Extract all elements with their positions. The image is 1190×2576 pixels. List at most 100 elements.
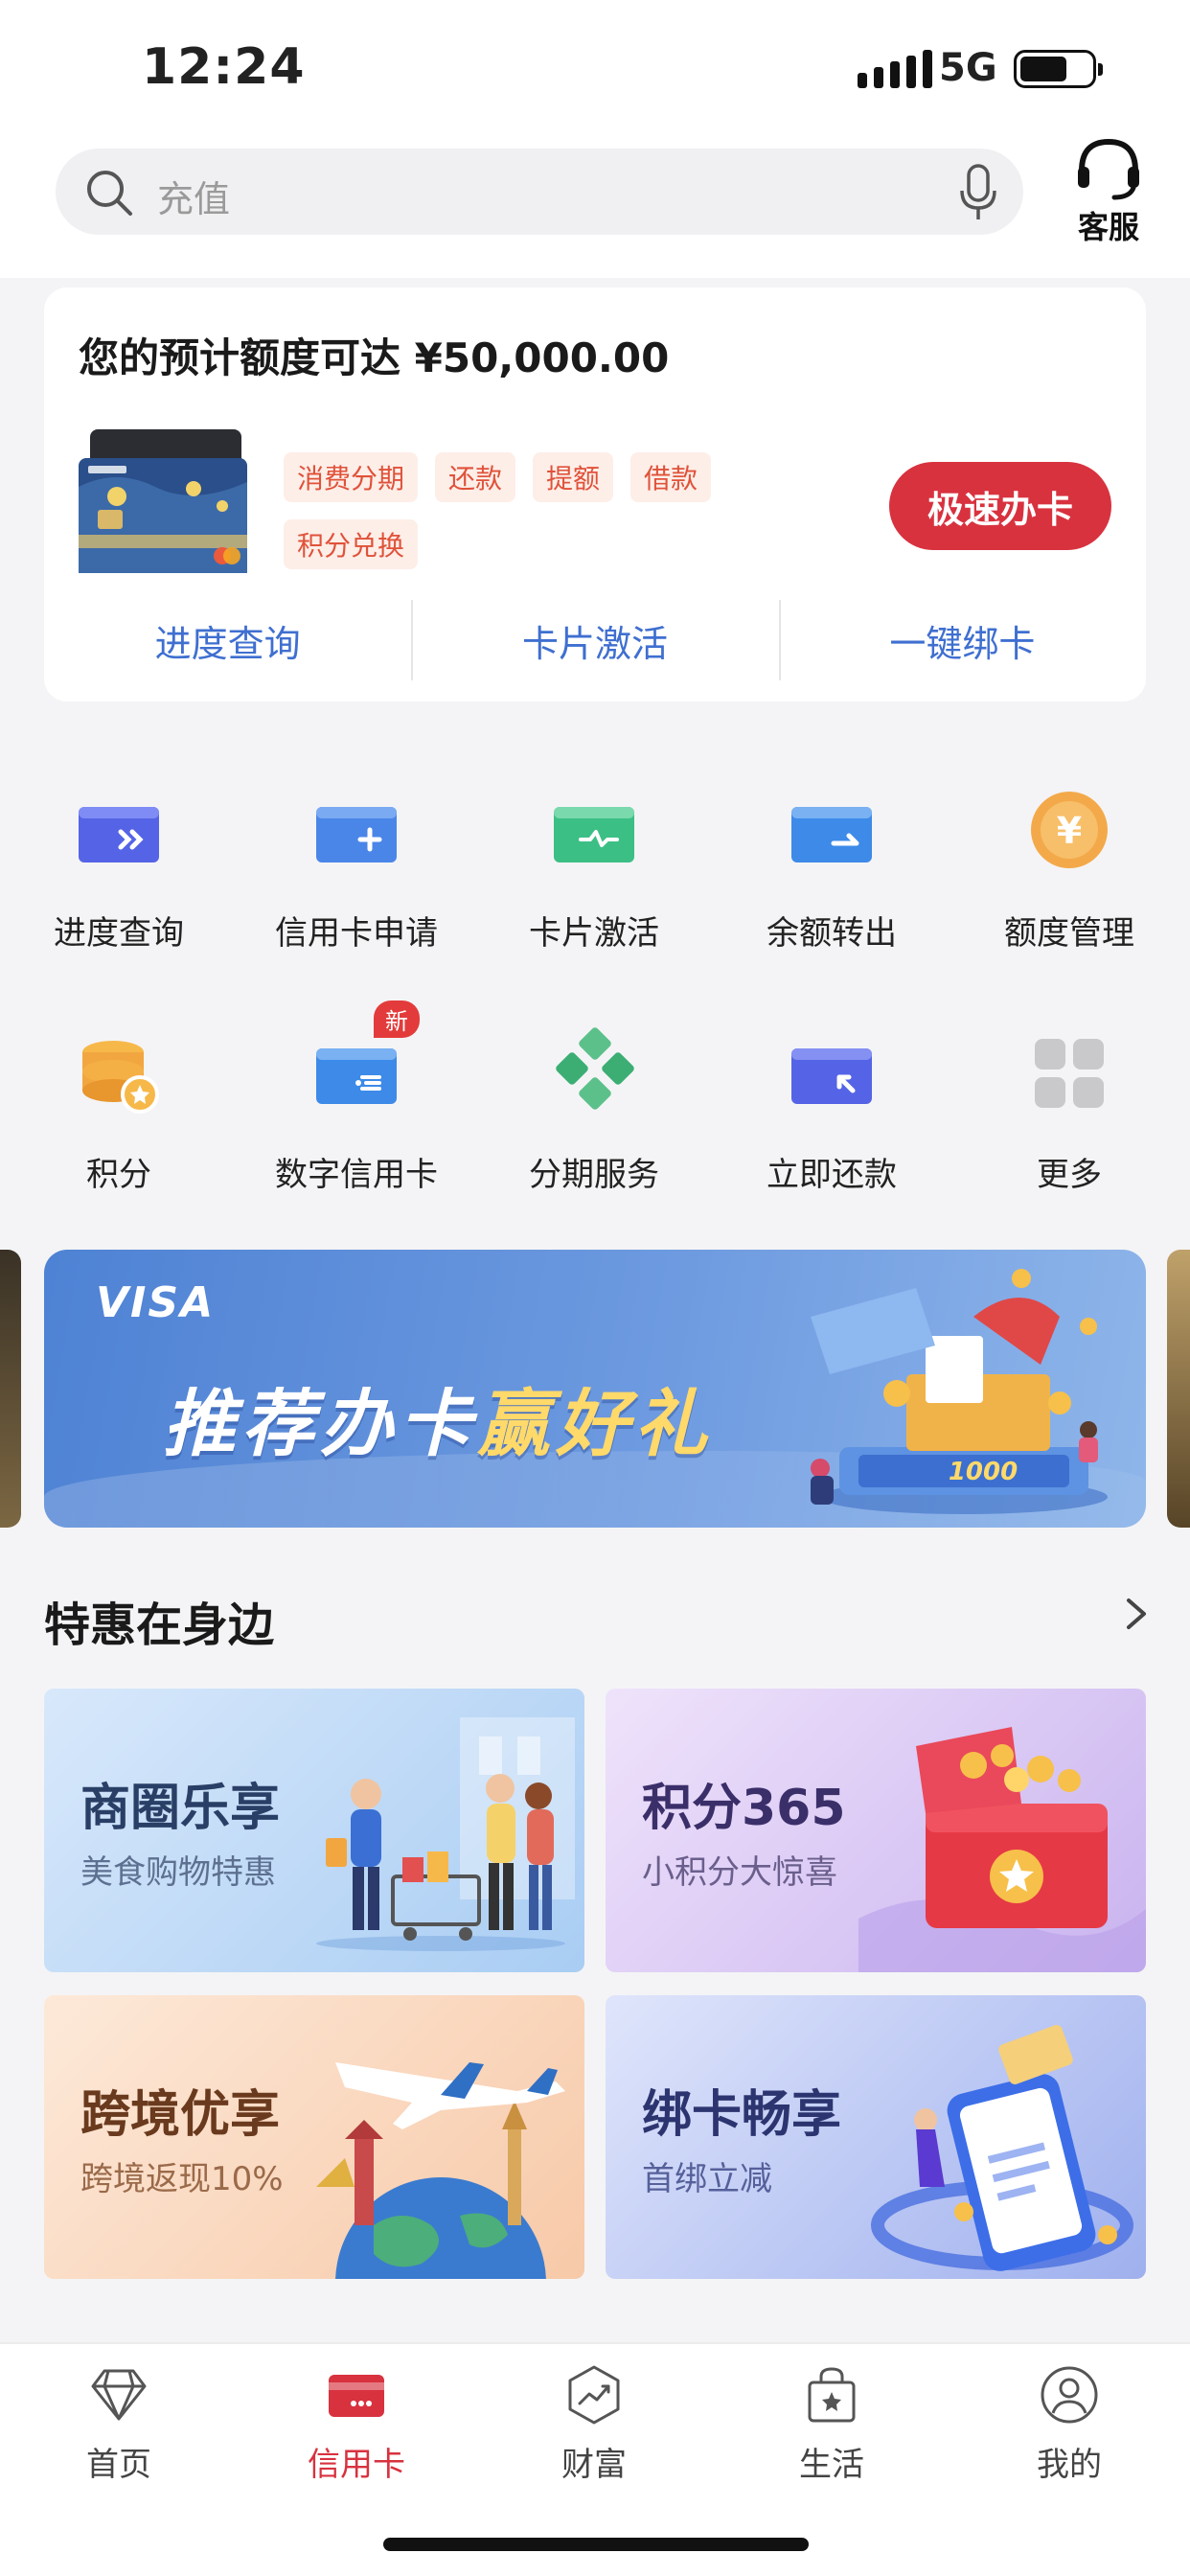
digital-card-wrap: 新 bbox=[310, 1000, 420, 1119]
limit-text: 您的预计额度可达 ¥50,000.00 bbox=[79, 334, 670, 381]
red-gift-box-illustration bbox=[858, 1727, 1146, 1972]
grid-label: 积分 bbox=[86, 1156, 151, 1194]
promo-title: 跨境优享 bbox=[80, 2086, 281, 2144]
network-type: 5G bbox=[939, 46, 997, 90]
grid-label: 余额转出 bbox=[767, 914, 897, 953]
promo-title: 绑卡畅享 bbox=[642, 2086, 842, 2144]
promo-subtitle: 首绑立减 bbox=[642, 2160, 772, 2198]
card-image bbox=[79, 429, 247, 573]
chevron-right-icon[interactable] bbox=[1119, 1593, 1154, 1635]
promo-title: 商圈乐享 bbox=[80, 1780, 281, 1837]
new-badge: 新 bbox=[374, 1000, 420, 1038]
grid-label: 更多 bbox=[1037, 1156, 1102, 1194]
grid-row-2: 积分 新 数字信用卡 分期服务 立即还款 更多 bbox=[0, 1000, 1190, 1219]
grid-item-progress[interactable]: 进度查询 bbox=[0, 786, 238, 954]
visa-logo: VISA bbox=[96, 1278, 216, 1327]
tab-home[interactable]: 首页 bbox=[0, 2363, 238, 2485]
tab-label: 生活 bbox=[799, 2446, 864, 2484]
banner-title: 推荐办卡赢好礼 bbox=[163, 1365, 713, 1470]
tag-installment[interactable]: 消费分期 bbox=[284, 452, 419, 502]
search-placeholder: 充值 bbox=[157, 178, 231, 220]
progress-query-link[interactable]: 进度查询 bbox=[44, 600, 411, 680]
shopping-bag-icon bbox=[808, 2367, 856, 2423]
tab-label: 我的 bbox=[1037, 2446, 1102, 2484]
promo-subtitle: 跨境返现10% bbox=[80, 2160, 284, 2198]
globe-airplane-illustration bbox=[316, 2062, 565, 2279]
grid-label: 立即还款 bbox=[767, 1156, 897, 1194]
status-time: 12:24 bbox=[142, 38, 306, 96]
tab-label: 首页 bbox=[86, 2446, 151, 2484]
promo-card-cross-border[interactable]: 跨境优享 跨境返现10% bbox=[44, 1995, 584, 2279]
grid-label: 信用卡申请 bbox=[275, 914, 438, 953]
bind-card-link[interactable]: 一键绑卡 bbox=[778, 600, 1146, 680]
svg-text:¥: ¥ bbox=[1057, 810, 1082, 852]
headset-icon bbox=[1078, 138, 1139, 200]
status-bar: 12:24 5G bbox=[0, 0, 1190, 134]
grid-label: 分期服务 bbox=[529, 1156, 659, 1194]
gift-box-illustration: 1000 bbox=[811, 1269, 1108, 1514]
grid-item-digital-card[interactable]: 新 数字信用卡 bbox=[238, 1000, 475, 1195]
tab-wealth[interactable]: 财富 bbox=[475, 2363, 713, 2485]
grid-item-more[interactable]: 更多 bbox=[950, 1027, 1188, 1195]
grid-item-installment[interactable]: 分期服务 bbox=[475, 1027, 713, 1195]
quick-links: 进度查询 卡片激活 一键绑卡 bbox=[44, 600, 1146, 680]
prev-banner-peek[interactable] bbox=[0, 1250, 21, 1528]
points-coin-stack-icon bbox=[82, 1041, 159, 1114]
tag-points-redeem[interactable]: 积分兑换 bbox=[284, 519, 419, 569]
credit-limit-panel: 您的预计额度可达 ¥50,000.00 消费分期 还款 提额 借款 积分兑换 极… bbox=[44, 288, 1146, 702]
promo-title: 积分365 bbox=[642, 1780, 846, 1837]
next-banner-peek[interactable] bbox=[1167, 1250, 1190, 1528]
battery-icon bbox=[1014, 50, 1103, 88]
promo-card-bind[interactable]: 绑卡畅享 首绑立减 bbox=[606, 1995, 1146, 2279]
tag-repay[interactable]: 还款 bbox=[435, 452, 516, 502]
repay-card-icon bbox=[791, 1048, 872, 1104]
digital-card-icon bbox=[316, 1048, 397, 1104]
promo-subtitle: 美食购物特惠 bbox=[80, 1853, 276, 1892]
wealth-chart-icon bbox=[568, 2365, 620, 2425]
progress-card-icon bbox=[79, 807, 159, 862]
banner-title-main: 推荐办卡 bbox=[163, 1381, 477, 1466]
user-icon bbox=[1041, 2366, 1098, 2424]
banner-title-highlight: 赢好礼 bbox=[477, 1381, 713, 1466]
tab-label: 信用卡 bbox=[308, 2446, 405, 2484]
grid-row-1: 进度查询 信用卡申请 卡片激活 余额转出 ¥ 额度管理 bbox=[0, 786, 1190, 978]
grid-item-balance-transfer[interactable]: 余额转出 bbox=[713, 786, 950, 954]
fast-apply-button[interactable]: 极速办卡 bbox=[889, 462, 1111, 550]
promo-card-points[interactable]: 积分365 小积分大惊喜 bbox=[606, 1689, 1146, 1972]
tab-credit-card[interactable]: 信用卡 bbox=[238, 2363, 475, 2485]
service-label: 客服 bbox=[1077, 209, 1139, 245]
balance-transfer-icon bbox=[791, 807, 872, 862]
tag-loan[interactable]: 借款 bbox=[630, 452, 712, 502]
grid-item-points[interactable]: 积分 bbox=[0, 1027, 238, 1195]
promo-subtitle: 小积分大惊喜 bbox=[642, 1853, 837, 1892]
card-activate-icon bbox=[554, 807, 634, 862]
grid-item-card-apply[interactable]: 信用卡申请 bbox=[238, 786, 475, 954]
diamond-icon bbox=[91, 2369, 147, 2421]
more-grid-icon bbox=[1035, 1039, 1104, 1108]
home-indicator bbox=[383, 2538, 809, 2551]
search-input[interactable]: 充值 bbox=[56, 149, 1023, 235]
grid-label: 额度管理 bbox=[1004, 914, 1134, 953]
phone-card-illustration bbox=[871, 2025, 1133, 2271]
top-bar: 充值 客服 bbox=[0, 134, 1190, 278]
section-title: 特惠在身边 bbox=[44, 1598, 275, 1652]
tag-raise-limit[interactable]: 提额 bbox=[533, 452, 614, 502]
installment-diamond-icon bbox=[556, 1027, 634, 1110]
tag-list: 消费分期 还款 提额 借款 积分兑换 bbox=[284, 452, 782, 569]
tab-life[interactable]: 生活 bbox=[713, 2363, 950, 2485]
grid-item-repay[interactable]: 立即还款 bbox=[713, 1027, 950, 1195]
signal-icon bbox=[858, 48, 932, 88]
grid-item-limit-manage[interactable]: ¥ 额度管理 bbox=[950, 786, 1188, 954]
promo-banner[interactable]: VISA 推荐办卡赢好礼 1000 bbox=[44, 1250, 1146, 1528]
grid-item-card-activate[interactable]: 卡片激活 bbox=[475, 786, 713, 954]
credit-card-icon bbox=[329, 2375, 384, 2417]
customer-service-button[interactable]: 客服 bbox=[1065, 134, 1152, 249]
microphone-icon[interactable] bbox=[958, 164, 998, 221]
card-activate-link[interactable]: 卡片激活 bbox=[411, 600, 778, 680]
tab-label: 财富 bbox=[561, 2446, 627, 2484]
card-apply-icon bbox=[316, 807, 397, 862]
tab-mine[interactable]: 我的 bbox=[950, 2363, 1188, 2485]
promo-card-shopping[interactable]: 商圈乐享 美食购物特惠 bbox=[44, 1689, 584, 1972]
grid-label: 进度查询 bbox=[54, 914, 184, 953]
banner-amount: 1000 bbox=[949, 1458, 1018, 1486]
